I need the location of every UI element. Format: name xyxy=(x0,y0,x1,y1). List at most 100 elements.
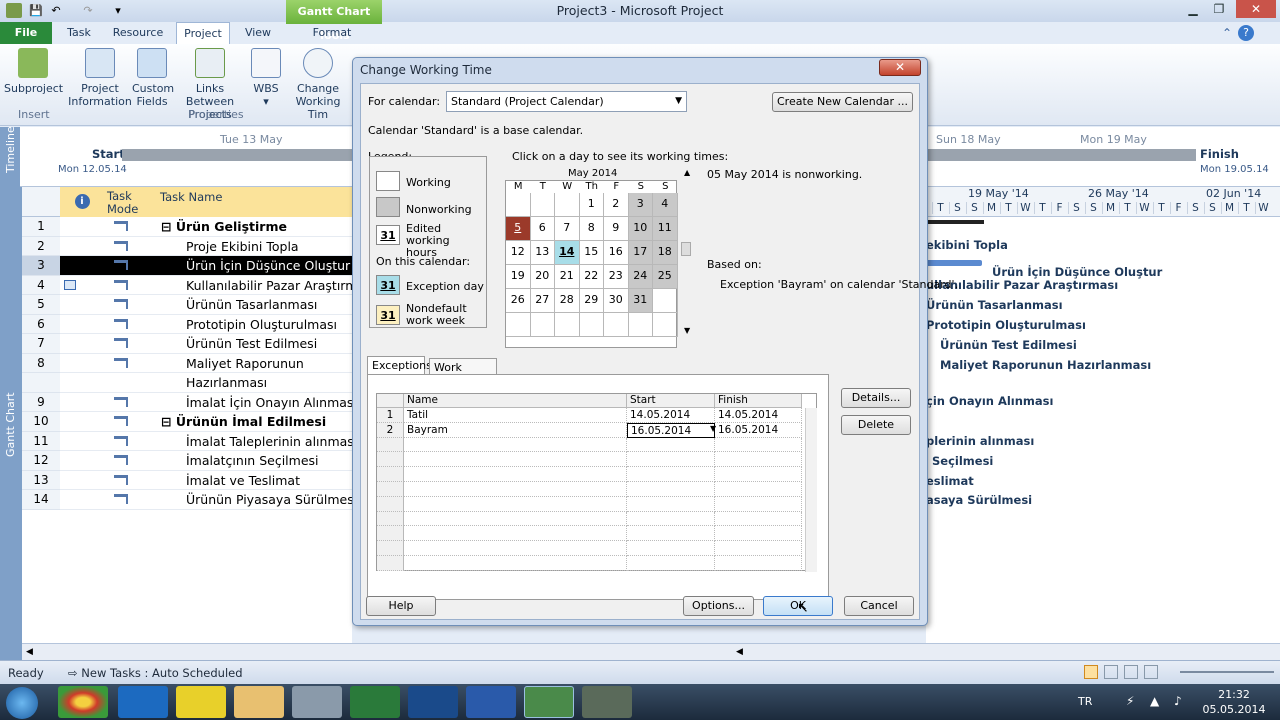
grid-cell-start[interactable] xyxy=(627,452,715,468)
word-icon[interactable] xyxy=(466,686,516,718)
calendar-select[interactable]: Standard (Project Calendar) ▼ xyxy=(446,91,687,112)
custom-fields-button[interactable]: Custom Fields xyxy=(132,48,174,108)
grid-cell-name[interactable] xyxy=(404,482,627,497)
task-mode-header[interactable]: Task Mode xyxy=(104,187,157,217)
calendar-day[interactable]: 1 xyxy=(579,193,604,217)
calendar-day[interactable] xyxy=(506,313,531,337)
calendar-day[interactable]: 3 xyxy=(628,193,653,217)
calendar-day[interactable]: 27 xyxy=(530,289,555,313)
grid-cell-name[interactable] xyxy=(404,526,627,542)
task-usage-view-icon[interactable] xyxy=(1104,665,1118,679)
task-mode-cell[interactable] xyxy=(104,451,157,471)
calendar-day[interactable]: 20 xyxy=(530,265,555,289)
calendar-day[interactable] xyxy=(530,313,555,337)
calendar-day[interactable]: 14 xyxy=(555,241,580,265)
subproject-button[interactable]: Subproject xyxy=(4,48,63,95)
table-row[interactable]: 13 İmalat ve Teslimat xyxy=(22,470,352,490)
grid-header[interactable]: Finish xyxy=(715,394,802,408)
restore-icon[interactable]: ❐ xyxy=(1206,0,1232,18)
ribbon-minimize-icon[interactable]: ⌃ xyxy=(1222,26,1232,40)
project-information-button[interactable]: Project Information xyxy=(68,48,132,108)
grid-cell-name[interactable] xyxy=(404,467,627,482)
task-name[interactable]: Proje Ekibini Topla xyxy=(157,237,352,256)
calendar-day[interactable]: 5 xyxy=(506,217,531,241)
grid-cell-name[interactable]: Tatil xyxy=(404,408,627,423)
calendar-day[interactable]: 29 xyxy=(579,289,604,313)
calendar-day[interactable]: 15 xyxy=(579,241,604,265)
grid-header[interactable]: Name xyxy=(404,394,627,408)
task-mode-cell[interactable] xyxy=(104,354,157,373)
task-name[interactable]: Kullanılabilir Pazar Araştırma xyxy=(157,276,352,295)
options-button[interactable]: Options... xyxy=(683,596,754,616)
calendar-day[interactable]: 4 xyxy=(653,193,678,217)
scroll-left-icon[interactable]: ◀ xyxy=(26,647,33,657)
calendar-day[interactable] xyxy=(628,313,653,337)
calendar-day[interactable]: 2 xyxy=(604,193,629,217)
tab-view[interactable]: View xyxy=(240,22,276,44)
calendar-day[interactable]: 11 xyxy=(653,217,678,241)
table-row[interactable]: 12 İmalatçının Seçilmesi xyxy=(22,451,352,471)
tab-file[interactable]: File xyxy=(0,22,52,44)
grid-cell-finish[interactable] xyxy=(715,437,802,453)
change-working-time-button[interactable]: Change Working Tim xyxy=(286,48,350,121)
task-name[interactable]: İmalat Taleplerinin alınması xyxy=(157,432,352,451)
grid-cell-finish[interactable]: 16.05.2014 xyxy=(715,422,802,438)
month-calendar[interactable]: M T W Th F S S 1 2 3 4 5 6 7 8 9 10 11 12 13 14 15 16 17 18 19 20 2… xyxy=(505,180,678,348)
chrome-icon[interactable] xyxy=(58,686,108,718)
calendar-day[interactable] xyxy=(579,313,604,337)
grid-cell-start[interactable]: 16.05.2014 xyxy=(627,422,715,438)
calendar-day[interactable]: 23 xyxy=(604,265,629,289)
calendar-day[interactable]: 21 xyxy=(555,265,580,289)
grid-cell-finish[interactable] xyxy=(715,496,802,512)
calendar-day[interactable]: 16 xyxy=(604,241,629,265)
network-icon[interactable]: ▲ xyxy=(1150,694,1159,708)
delete-button[interactable]: Delete xyxy=(841,415,911,435)
wbs-button[interactable]: WBS ▾ xyxy=(250,48,282,108)
task-mode-cell[interactable] xyxy=(104,315,157,334)
table-row[interactable]: 6 Prototipin Oluşturulması xyxy=(22,314,352,334)
calendar-day[interactable]: 25 xyxy=(653,265,678,289)
zoom-slider[interactable] xyxy=(1180,671,1274,673)
cancel-button[interactable]: Cancel xyxy=(844,596,914,616)
calendar-day[interactable]: 31 xyxy=(628,289,653,313)
task-name[interactable]: Maliyet Raporunun xyxy=(157,354,352,373)
table-row[interactable]: 4 Kullanılabilir Pazar Araştırma xyxy=(22,275,352,295)
outlook-icon[interactable] xyxy=(118,686,168,718)
calendar-day[interactable]: 26 xyxy=(506,289,531,313)
recorder-icon[interactable] xyxy=(582,686,632,718)
task-mode-cell[interactable] xyxy=(104,295,157,315)
grid-cell-finish[interactable] xyxy=(715,452,802,468)
task-mode-cell[interactable] xyxy=(104,432,157,451)
create-new-calendar-button[interactable]: Create New Calendar ... xyxy=(772,92,913,112)
grid-scrollbar[interactable] xyxy=(805,408,817,572)
volume-icon[interactable]: ♪ xyxy=(1174,694,1182,708)
task-mode-cell[interactable] xyxy=(104,256,157,276)
grid-cell-name[interactable]: Bayram xyxy=(404,422,627,438)
scroll-right-icon[interactable]: ◀ xyxy=(736,647,743,657)
calendar-day[interactable]: 6 xyxy=(530,217,555,241)
task-mode-cell[interactable] xyxy=(104,412,157,432)
calendar-scroll-up-icon[interactable]: ▲ xyxy=(684,168,690,177)
grid-cell-finish[interactable] xyxy=(715,556,802,571)
calendar-day[interactable]: 13 xyxy=(530,241,555,265)
calendar-day[interactable]: 30 xyxy=(604,289,629,313)
task-mode-cell[interactable] xyxy=(104,276,157,295)
tab-project[interactable]: Project xyxy=(176,22,230,44)
task-name-header[interactable]: Task Name xyxy=(157,187,352,217)
cell-dropdown-icon[interactable]: ▼ xyxy=(710,424,716,433)
task-mode-cell[interactable] xyxy=(104,490,157,510)
table-row[interactable]: 1 ⊟ Ürün Geliştirme xyxy=(22,217,352,237)
gantt-bar[interactable] xyxy=(926,260,982,266)
calendar-scroll-thumb[interactable] xyxy=(681,242,691,256)
calendar-day[interactable]: 28 xyxy=(555,289,580,313)
grid-cell-finish[interactable] xyxy=(715,526,802,542)
grid-cell-start[interactable] xyxy=(627,482,715,497)
calendar-day[interactable]: 18 xyxy=(653,241,678,265)
gantt-view-icon[interactable] xyxy=(1084,665,1098,679)
task-mode-cell[interactable] xyxy=(104,471,157,490)
tab-exceptions[interactable]: Exceptions xyxy=(367,356,432,376)
task-mode-cell[interactable] xyxy=(104,334,157,354)
grid-cell-finish[interactable] xyxy=(715,511,802,527)
paint-icon[interactable] xyxy=(292,686,342,718)
calendar-day[interactable] xyxy=(604,313,629,337)
